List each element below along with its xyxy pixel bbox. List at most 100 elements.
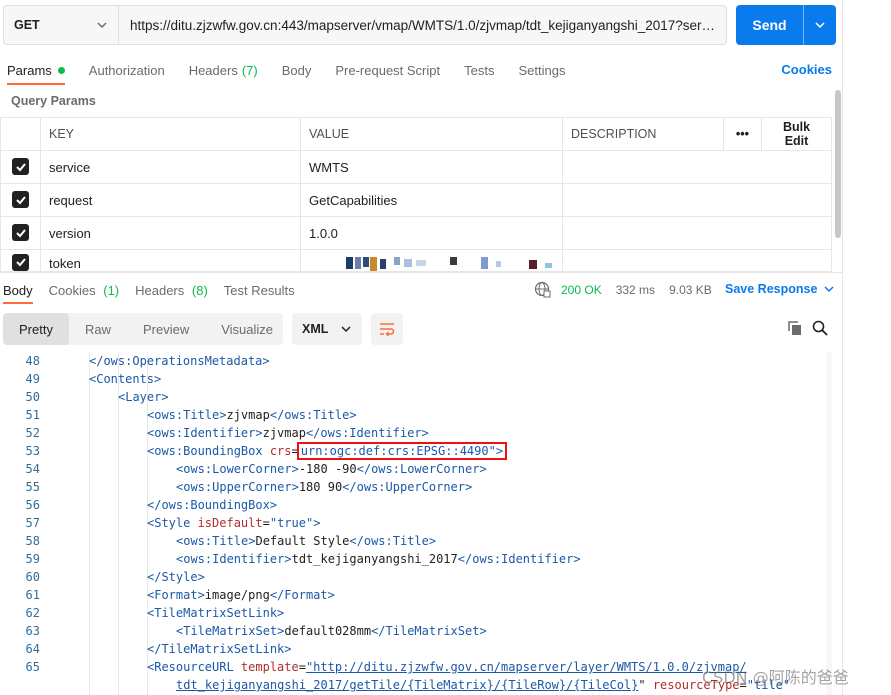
code-line: tdt_kejiganyangshi_2017/getTile/{TileMat… [0,676,822,694]
code-content: <TileMatrixSetLink> [40,604,822,622]
tab-response-headers[interactable]: Headers (8) [135,276,208,304]
check-column-header [0,117,41,151]
url-bar: GET https://ditu.zjzwfw.gov.cn:443/mapse… [3,5,727,45]
tab-test-results[interactable]: Test Results [224,276,295,304]
view-preview-button[interactable]: Preview [127,313,205,345]
code-line: 57 <Style isDefault="true"> [0,514,822,532]
code-line: 55 <ows:UpperCorner>180 90</ows:UpperCorn… [0,478,822,496]
panel-border [842,0,843,695]
param-value[interactable]: GetCapabilities [300,183,563,217]
param-key[interactable]: token [40,249,301,272]
code-content: </ows:OperationsMetadata> [40,352,822,370]
param-key[interactable]: version [40,216,301,250]
code-content: <ows:Identifier>zjvmap</ows:Identifier> [40,424,822,442]
tab-label: Authorization [88,62,165,78]
key-column-header: KEY [40,117,301,151]
code-scrollbar[interactable] [826,352,832,695]
code-token: isDefault [197,516,263,530]
send-options-button[interactable] [804,5,836,45]
send-button[interactable]: Send [736,5,804,45]
code-content: </ows:BoundingBox> [40,496,822,514]
code-line: 50 <Layer> [0,388,822,406]
tab-count: (7) [241,62,258,78]
code-token: <ows:Identifier> [147,426,263,440]
watermark: CSDN @阿陈的爸爸 [702,668,849,687]
tab-label: Settings [518,62,566,78]
cookies-link[interactable]: Cookies [781,62,832,77]
tab-headers[interactable]: Headers (7) [189,55,258,85]
param-description[interactable] [562,216,832,250]
code-line: 52 <ows:Identifier>zjvmap</ows:Identifier… [0,424,822,442]
row-checkbox-cell[interactable] [0,216,41,250]
method-select[interactable]: GET [4,6,119,44]
row-checkbox-cell[interactable] [0,150,41,184]
wrap-lines-button[interactable] [371,313,403,345]
checkbox[interactable] [12,253,29,271]
checkbox[interactable] [12,224,29,242]
copy-icon[interactable] [787,320,803,336]
table-row: service WMTS [0,150,832,184]
format-select[interactable]: XML [292,313,362,345]
code-line: 64 </TileMatrixSetLink> [0,640,822,658]
response-time[interactable]: 332 ms [616,283,655,297]
code-token[interactable]: "http://ditu.zjzwfw.gov.cn/mapserver/lay… [306,660,747,674]
view-pretty-button[interactable]: Pretty [3,313,69,345]
code-token: crs [269,444,292,458]
row-checkbox-cell[interactable] [0,249,41,272]
tab-params[interactable]: Params [7,55,65,85]
bulk-edit-button[interactable]: Bulk Edit [761,117,832,151]
code-token: <ows:Title> [176,534,256,548]
globe-network-icon[interactable] [534,281,551,298]
response-size[interactable]: 9.03 KB [669,283,712,297]
line-number: 55 [25,480,40,494]
tab-label: Headers [188,62,238,78]
response-body-code[interactable]: 48 </ows:OperationsMetadata> 49 <Contents> 5… [0,352,822,695]
tab-response-body[interactable]: Body [3,276,33,304]
table-row: request GetCapabilities [0,183,832,217]
code-token: Default Style [255,534,350,548]
view-raw-button[interactable]: Raw [69,313,127,345]
url-input[interactable]: https://ditu.zjzwfw.gov.cn:443/mapserver… [119,18,726,33]
line-number: 51 [25,408,40,422]
code-token: </Format> [269,588,335,602]
param-key[interactable]: request [40,183,301,217]
view-visualize-button[interactable]: Visualize [205,313,289,345]
tab-body[interactable]: Body [282,55,312,85]
tab-pre-request-script[interactable]: Pre-request Script [335,55,440,85]
checkbox[interactable] [12,158,29,176]
code-content: <ows:UpperCorner>180 90</ows:UpperCorner… [40,478,822,496]
more-options-button[interactable]: ••• [723,117,762,151]
save-response-button[interactable]: Save Response [725,282,835,296]
code-token: zjvmap [262,426,306,440]
checkbox[interactable] [12,191,29,209]
param-description[interactable] [562,183,832,217]
param-value[interactable]: 1.0.0 [300,216,563,250]
status-code[interactable]: 200 OK [561,283,602,297]
param-description[interactable] [562,150,832,184]
line-number: 53 [25,444,40,458]
code-token: zjvmap [226,408,270,422]
line-number: 48 [25,354,40,368]
chevron-down-icon [824,286,834,293]
params-active-dot [57,66,65,74]
params-scrollbar[interactable] [835,90,841,238]
tab-settings[interactable]: Settings [518,55,565,85]
tab-authorization[interactable]: Authorization [89,55,165,85]
code-content: <ows:BoundingBox crs= urn:ogc:def:crs:EPS… [40,442,822,460]
row-checkbox-cell[interactable] [0,183,41,217]
panel-divider[interactable] [0,272,842,273]
search-icon[interactable] [812,320,828,336]
code-line: 63 <TileMatrixSet>default028mm</TileMatri… [0,622,822,640]
tab-response-cookies[interactable]: Cookies (1) [49,276,119,304]
tab-tests[interactable]: Tests [464,55,494,85]
code-token[interactable]: tdt_kejiganyangshi_2017/getTile/{TileMat… [176,678,638,692]
code-line: 58 <ows:Title>Default Style</ows:Title> [0,532,822,550]
code-content: </TileMatrixSetLink> [40,640,822,658]
chevron-down-icon [815,22,825,29]
code-token: <ResourceURL [147,660,241,674]
checkmark-icon [15,196,26,205]
code-token: <ows:Title> [147,408,227,422]
param-key[interactable]: service [40,150,301,184]
param-value[interactable]: WMTS [300,150,563,184]
param-description[interactable] [562,249,832,272]
